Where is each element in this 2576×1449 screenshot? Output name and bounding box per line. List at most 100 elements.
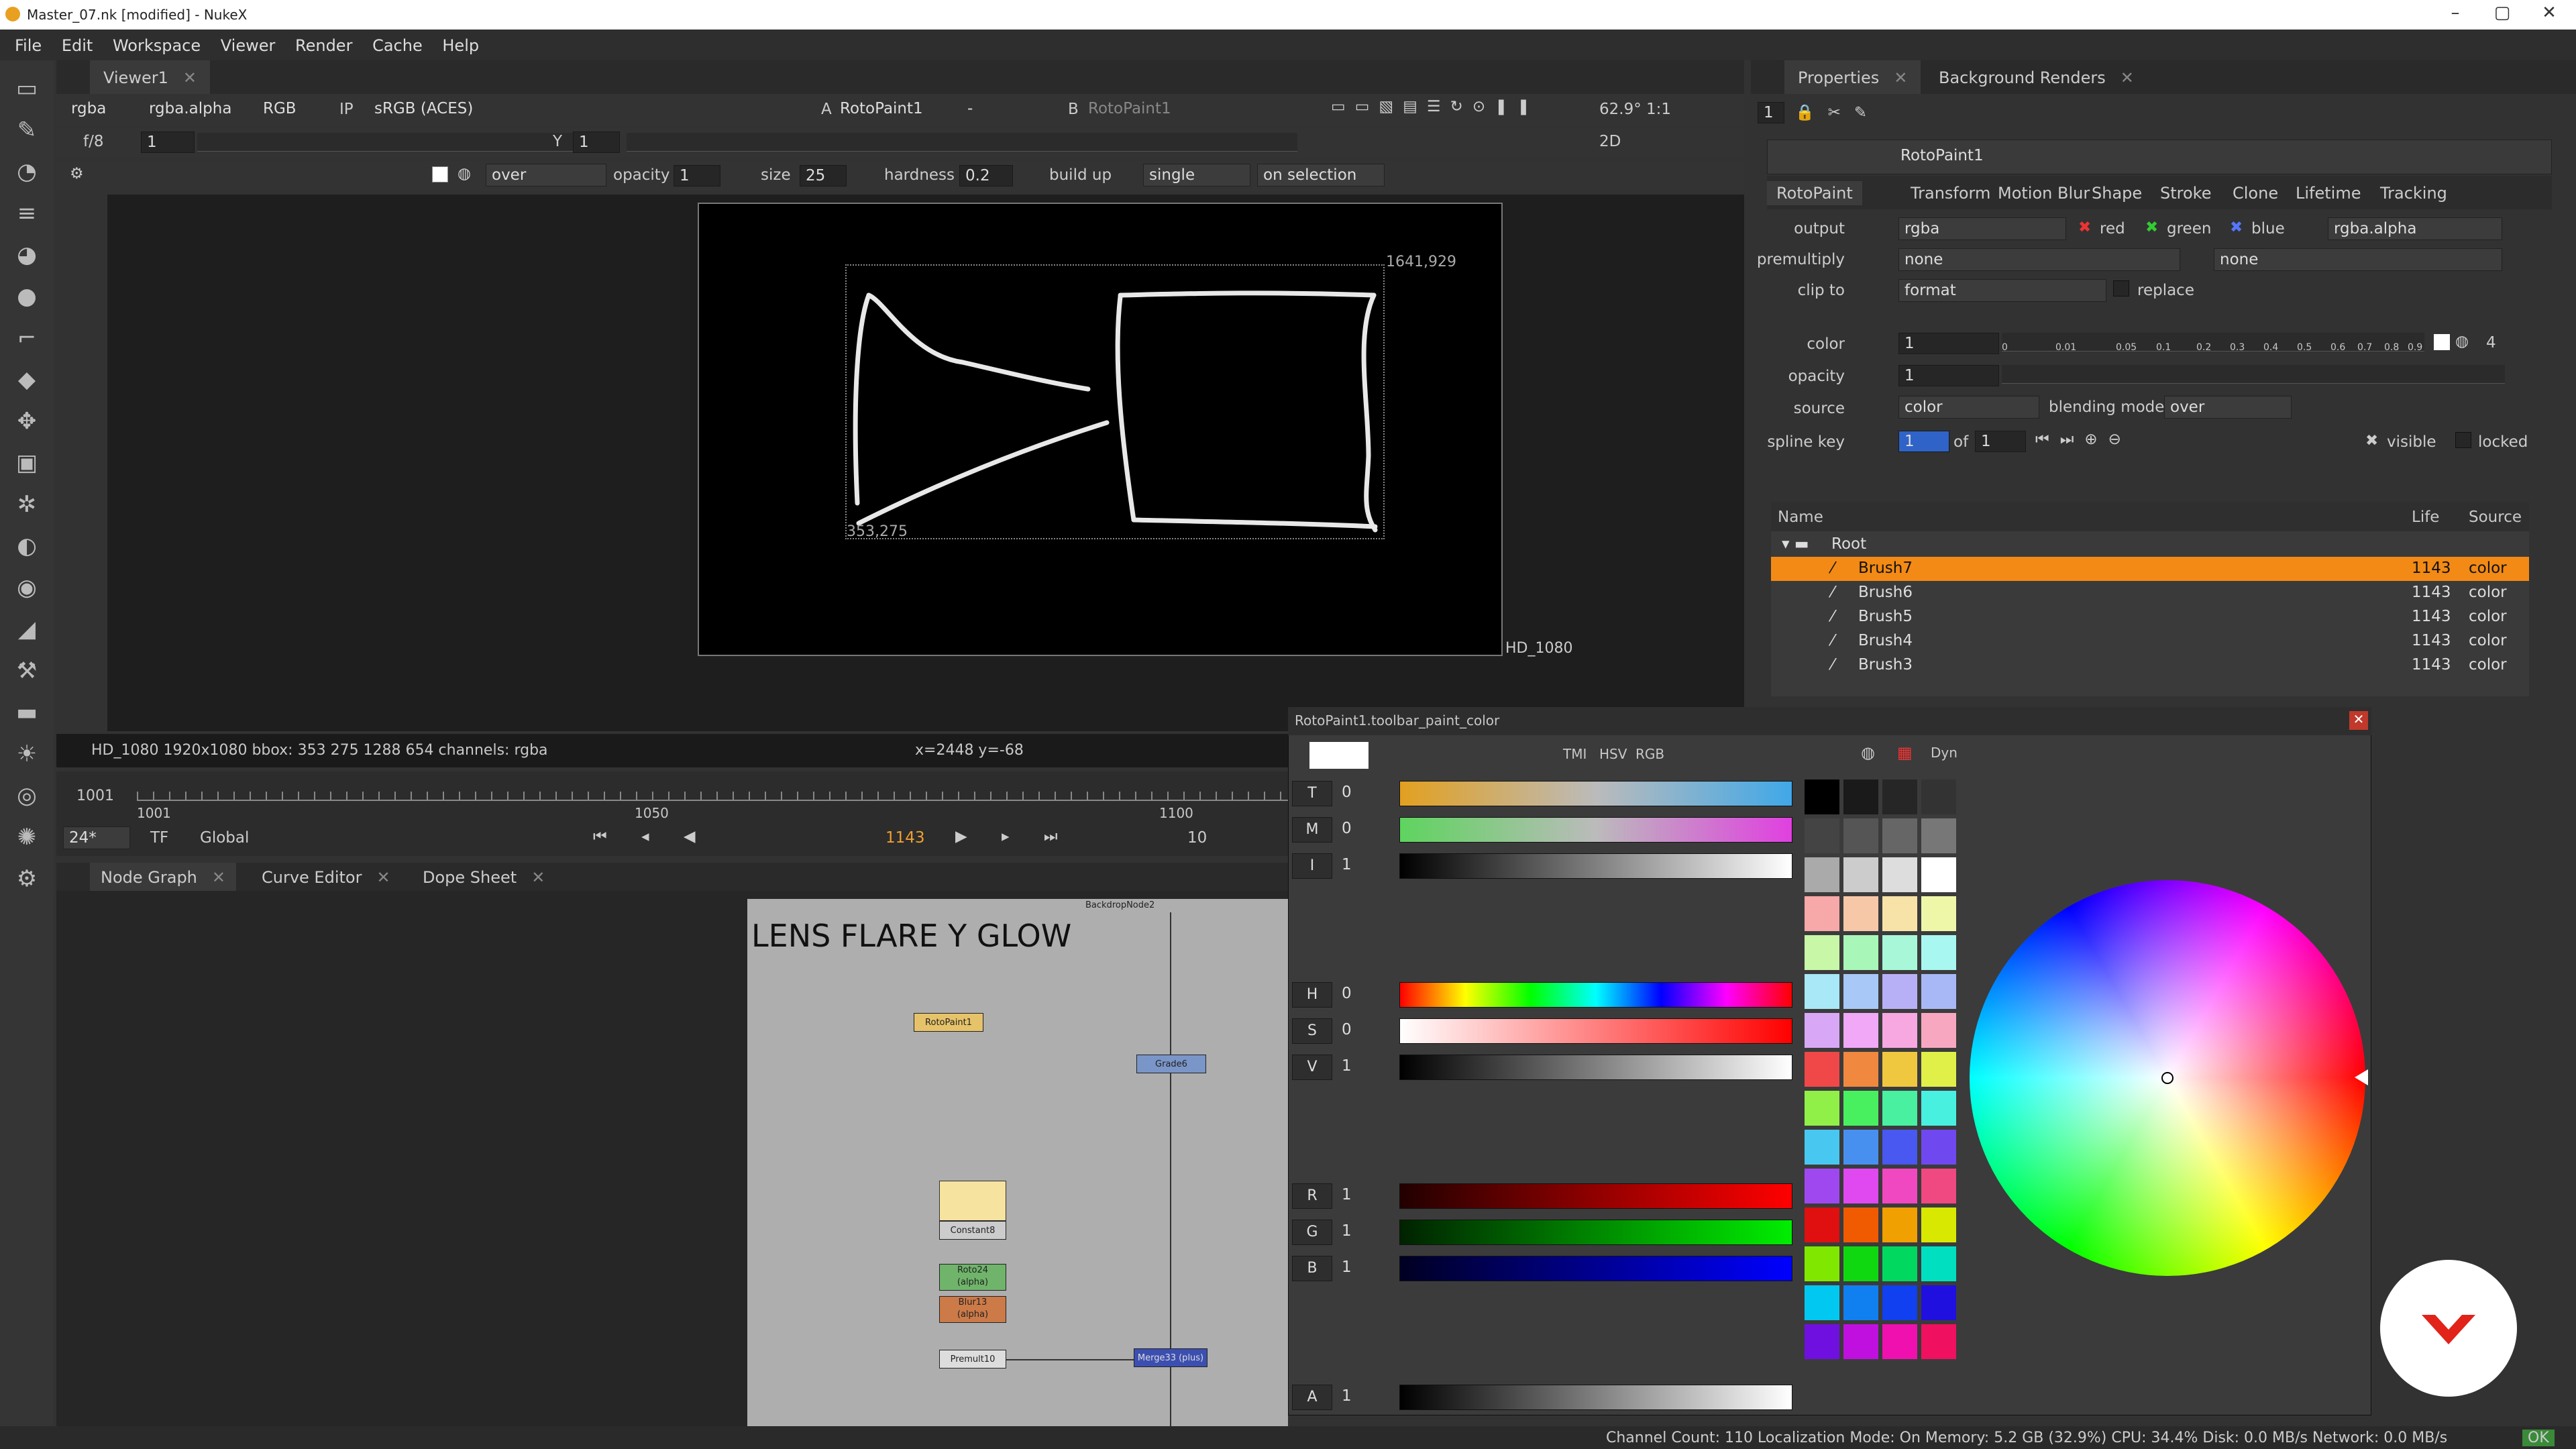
color-swatch[interactable] <box>1882 818 1917 853</box>
metadata-icon[interactable]: ◢ <box>9 612 44 647</box>
color-swatch[interactable] <box>1921 1246 1956 1281</box>
color-swatch[interactable] <box>1921 1324 1956 1359</box>
color-swatch[interactable] <box>1921 974 1956 1009</box>
other-nodes-icon[interactable]: ▬ <box>9 695 44 730</box>
visible-checkbox[interactable]: ✖ <box>2365 432 2378 449</box>
m-slider[interactable] <box>1399 817 1792 843</box>
color-swatch[interactable] <box>1882 857 1917 892</box>
close-icon[interactable]: ✕ <box>376 868 390 887</box>
3d-nodes-icon[interactable]: ▣ <box>9 445 44 480</box>
color-swatch[interactable] <box>1843 780 1878 814</box>
ocula-icon[interactable]: ✺ <box>9 820 44 855</box>
color-swatch[interactable] <box>1843 1052 1878 1087</box>
frame-step[interactable]: 10 <box>1187 829 1207 847</box>
r-slider[interactable] <box>1399 1183 1792 1209</box>
gamma-field[interactable]: 1 <box>573 131 620 153</box>
menu-file[interactable]: File <box>15 36 42 55</box>
color-swatch[interactable] <box>1921 1091 1956 1126</box>
color-swatch[interactable] <box>1921 1013 1956 1048</box>
tree-row[interactable]: ⁄ Brush6 1143 color <box>1771 581 2529 605</box>
tab-dope-sheet[interactable]: Dope Sheet ✕ <box>412 863 555 892</box>
dyn-button[interactable]: Dyn <box>1931 745 1957 761</box>
v-label[interactable]: V <box>1292 1055 1332 1080</box>
max-panels-field[interactable]: 1 <box>1758 102 1784 123</box>
tree-row-root[interactable]: ▾ ▬ Root <box>1771 533 2529 557</box>
color-picker-titlebar[interactable]: RotoPaint1.toolbar_paint_color ✕ <box>1288 707 2371 735</box>
brush-strokes[interactable] <box>832 255 1402 550</box>
gamma-slider[interactable] <box>627 133 1297 152</box>
premultiply-select[interactable]: none <box>1898 248 2180 271</box>
menu-edit[interactable]: Edit <box>62 36 93 55</box>
b-slider[interactable] <box>1399 1256 1792 1281</box>
transform-nodes-icon[interactable]: ✥ <box>9 404 44 439</box>
t-value[interactable]: 0 <box>1342 784 1352 801</box>
color-swatch[interactable] <box>1882 1052 1917 1087</box>
fps-select[interactable]: 24* <box>63 826 130 849</box>
draw-nodes-icon[interactable]: ✎ <box>9 113 44 148</box>
deep-nodes-icon[interactable]: ◐ <box>9 529 44 564</box>
keyer-nodes-icon[interactable]: ⌐ <box>9 321 44 356</box>
mode-hsv[interactable]: HSV <box>1599 746 1627 762</box>
close-icon[interactable]: ✕ <box>2522 3 2576 27</box>
settings-icon[interactable]: ⚙ <box>9 861 44 896</box>
locked-checkbox[interactable] <box>2455 432 2471 448</box>
color-swatch[interactable] <box>1882 1091 1917 1126</box>
color-swatch[interactable] <box>1882 935 1917 970</box>
color-swatch[interactable] <box>1921 857 1956 892</box>
tree-row[interactable]: ⁄ Brush3 1143 color <box>1771 653 2529 678</box>
mode-rgb[interactable]: RGB <box>1635 746 1664 762</box>
color-swatch[interactable] <box>1843 818 1878 853</box>
merge-nodes-icon[interactable]: ◆ <box>9 362 44 397</box>
filter-nodes-icon[interactable]: ● <box>9 279 44 314</box>
settings-icon[interactable]: ⚙ <box>70 165 84 182</box>
color-swatch[interactable] <box>1882 896 1917 931</box>
blend-select[interactable]: over <box>486 164 606 186</box>
color-swatch[interactable] <box>1805 1169 1839 1203</box>
node-grade[interactable]: Grade6 <box>1136 1055 1206 1073</box>
tab-background-renders[interactable]: Background Renders ✕ <box>1925 60 2147 94</box>
channels-select[interactable]: rgba <box>66 98 140 121</box>
a-input-select[interactable]: RotoPaint1 <box>835 98 962 121</box>
views-icon[interactable]: ◉ <box>9 570 44 605</box>
color-swatch[interactable] <box>1921 780 1956 814</box>
blue-checkbox[interactable]: ✖ <box>2230 219 2243 236</box>
color-swatch[interactable] <box>1843 1246 1878 1281</box>
key-nav-icons[interactable]: ⏮⏭⊕⊖ <box>2035 431 2132 448</box>
close-icon[interactable]: ✕ <box>1894 68 1907 87</box>
minimize-icon[interactable]: – <box>2428 3 2482 27</box>
b-label[interactable]: B <box>1292 1256 1332 1281</box>
color-swatch[interactable] <box>1921 1285 1956 1320</box>
i-value[interactable]: 1 <box>1342 856 1352 873</box>
color-swatch[interactable] <box>1843 1285 1878 1320</box>
tab-curve-editor[interactable]: Curve Editor ✕ <box>251 863 401 892</box>
particles-icon[interactable]: ✲ <box>9 487 44 522</box>
node-merge[interactable]: Merge33 (plus) <box>1134 1348 1208 1367</box>
color-wheel-icon[interactable]: ◍ <box>458 165 471 182</box>
color-swatch[interactable] <box>1805 1052 1839 1087</box>
node-constant[interactable]: Constant8 <box>939 1221 1006 1240</box>
play-icons[interactable]: ▶ ▸ ⏭ <box>955 828 1073 845</box>
red-checkbox[interactable]: ✖ <box>2078 219 2091 236</box>
color-swatch[interactable] <box>1843 935 1878 970</box>
opacity-slider[interactable] <box>2002 365 2505 384</box>
green-checkbox[interactable]: ✖ <box>2145 219 2158 236</box>
ip-button[interactable]: IP <box>339 101 354 118</box>
tf-select[interactable]: TF <box>150 829 168 847</box>
output-select[interactable]: rgba <box>1898 217 2066 240</box>
g-label[interactable]: G <box>1292 1220 1332 1245</box>
color-swatch[interactable] <box>1805 896 1839 931</box>
color-swatch[interactable] <box>1843 1169 1878 1203</box>
a-value[interactable]: 1 <box>1342 1387 1352 1405</box>
size-field[interactable]: 25 <box>800 165 847 186</box>
transport-icons[interactable]: ⏮ ◂ ◀ <box>593 828 710 845</box>
color-swatch[interactable] <box>1843 1130 1878 1165</box>
clip-select[interactable]: format <box>1898 279 2106 302</box>
current-frame[interactable]: 1143 <box>885 829 925 847</box>
m-value[interactable]: 0 <box>1342 820 1352 837</box>
fstop-label[interactable]: f/8 <box>83 133 103 150</box>
tab-clone[interactable]: Clone <box>2223 181 2288 205</box>
tab-lifetime[interactable]: Lifetime <box>2286 181 2370 205</box>
tab-properties[interactable]: Properties ✕ <box>1784 60 1921 94</box>
menu-cache[interactable]: Cache <box>372 36 423 55</box>
color-wheel-icon[interactable]: ◍ <box>2455 333 2469 350</box>
